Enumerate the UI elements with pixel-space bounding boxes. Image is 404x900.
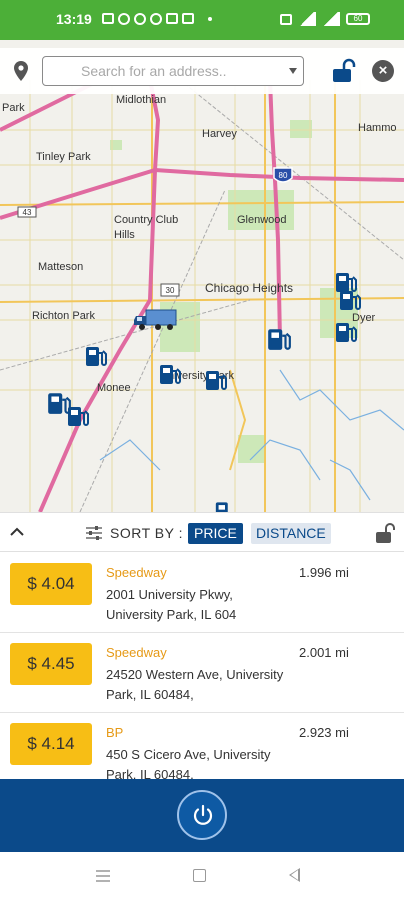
- home-icon[interactable]: [193, 869, 206, 882]
- map-label-glenwood: Glenwood: [237, 214, 287, 226]
- shield-80-label: 80: [279, 171, 288, 180]
- signal-icon: [298, 12, 316, 26]
- station-row[interactable]: $ 4.04 Speedway 2001 University Pkwy, Un…: [0, 553, 404, 633]
- back-icon[interactable]: [289, 868, 300, 882]
- notification-icon: [166, 13, 178, 24]
- map-label-chicago-heights: Chicago Heights: [205, 281, 294, 295]
- price-badge[interactable]: $ 4.14: [10, 723, 92, 765]
- map-label-monee: Monee: [97, 382, 131, 394]
- price-badge[interactable]: $ 4.04: [10, 563, 92, 605]
- signal-icon: [322, 12, 340, 26]
- map-label-park: Park: [2, 102, 25, 114]
- power-button[interactable]: [177, 790, 227, 840]
- gas-pump-icon[interactable]: [214, 500, 236, 512]
- unlock-icon[interactable]: [374, 522, 396, 544]
- status-bar: 13:19 60: [0, 0, 404, 40]
- sort-distance-button[interactable]: DISTANCE: [251, 523, 331, 544]
- station-distance: 2.001 mi: [299, 645, 349, 660]
- map-view[interactable]: 80 43 30 Park Midlothian Harvey Hammo Ti…: [0, 40, 404, 512]
- sort-bar: SORT BY : PRICE DISTANCE: [0, 512, 404, 552]
- sliders-icon: [86, 526, 102, 540]
- station-row[interactable]: $ 4.45 Speedway 24520 Western Ave, Unive…: [0, 633, 404, 713]
- more-notifications-icon: [208, 17, 212, 21]
- search-bar: ×: [0, 48, 404, 94]
- data-icon: [280, 13, 292, 25]
- station-distance: 2.923 mi: [299, 725, 349, 740]
- station-brand: Speedway: [106, 565, 167, 580]
- shield-43-label: 43: [23, 208, 32, 217]
- power-footer: [0, 779, 404, 852]
- notification-icon: [182, 13, 194, 24]
- map-label-richton-park: Richton Park: [32, 310, 95, 322]
- notification-icon: [118, 13, 130, 25]
- notification-icon: [134, 13, 146, 25]
- station-address: 450 S Cicero Ave, University Park, IL 60…: [106, 747, 271, 779]
- power-icon: [193, 804, 213, 825]
- gas-pump-icon[interactable]: [158, 362, 182, 386]
- station-brand: BP: [106, 725, 124, 740]
- map-label-harvey: Harvey: [202, 128, 237, 140]
- map-label-matteson: Matteson: [38, 261, 84, 273]
- map-label-midlothian: Midlothian: [116, 94, 167, 106]
- system-icons: 60: [280, 12, 370, 26]
- status-time: 13:19: [56, 11, 92, 27]
- dropdown-caret-icon[interactable]: [289, 68, 297, 74]
- gas-pump-icon[interactable]: [66, 404, 90, 428]
- gas-pump-icon[interactable]: [266, 326, 292, 352]
- station-brand: Speedway: [106, 645, 167, 660]
- location-pin-icon[interactable]: [12, 60, 30, 82]
- sort-price-button[interactable]: PRICE: [188, 523, 243, 544]
- chevron-up-icon[interactable]: [8, 523, 26, 541]
- map-label-hills: Hills: [114, 229, 135, 241]
- truck-icon[interactable]: [134, 308, 178, 332]
- recent-apps-icon[interactable]: [95, 869, 111, 883]
- search-field[interactable]: [42, 56, 311, 86]
- gas-pump-icon[interactable]: [204, 368, 228, 392]
- map-label-country-club: Country Club: [114, 214, 179, 226]
- price-badge[interactable]: $ 4.45: [10, 643, 92, 685]
- battery-icon: 60: [346, 13, 370, 25]
- sort-by-label: SORT BY :: [110, 525, 183, 541]
- station-list[interactable]: $ 4.04 Speedway 2001 University Pkwy, Un…: [0, 553, 404, 779]
- gas-pump-icon[interactable]: [334, 320, 358, 344]
- station-address: 2001 University Pkwy, University Park, I…: [106, 587, 237, 622]
- notification-icon: [150, 13, 162, 25]
- station-address: 24520 Western Ave, University Park, IL 6…: [106, 667, 284, 702]
- notification-icon: [102, 13, 114, 24]
- gas-pump-icon[interactable]: [84, 344, 108, 368]
- map-label-tinley-park: Tinley Park: [36, 151, 91, 163]
- unlock-icon[interactable]: [330, 58, 356, 84]
- close-icon[interactable]: ×: [372, 60, 394, 82]
- notification-icons: [102, 13, 212, 25]
- map-label-hammond: Hammo: [358, 122, 397, 134]
- search-input[interactable]: [81, 58, 311, 84]
- gas-pump-icon[interactable]: [338, 288, 362, 312]
- station-distance: 1.996 mi: [299, 565, 349, 580]
- station-row[interactable]: $ 4.14 BP 450 S Cicero Ave, University P…: [0, 713, 404, 779]
- system-nav-bar: [0, 852, 404, 900]
- shield-30-label: 30: [166, 286, 175, 295]
